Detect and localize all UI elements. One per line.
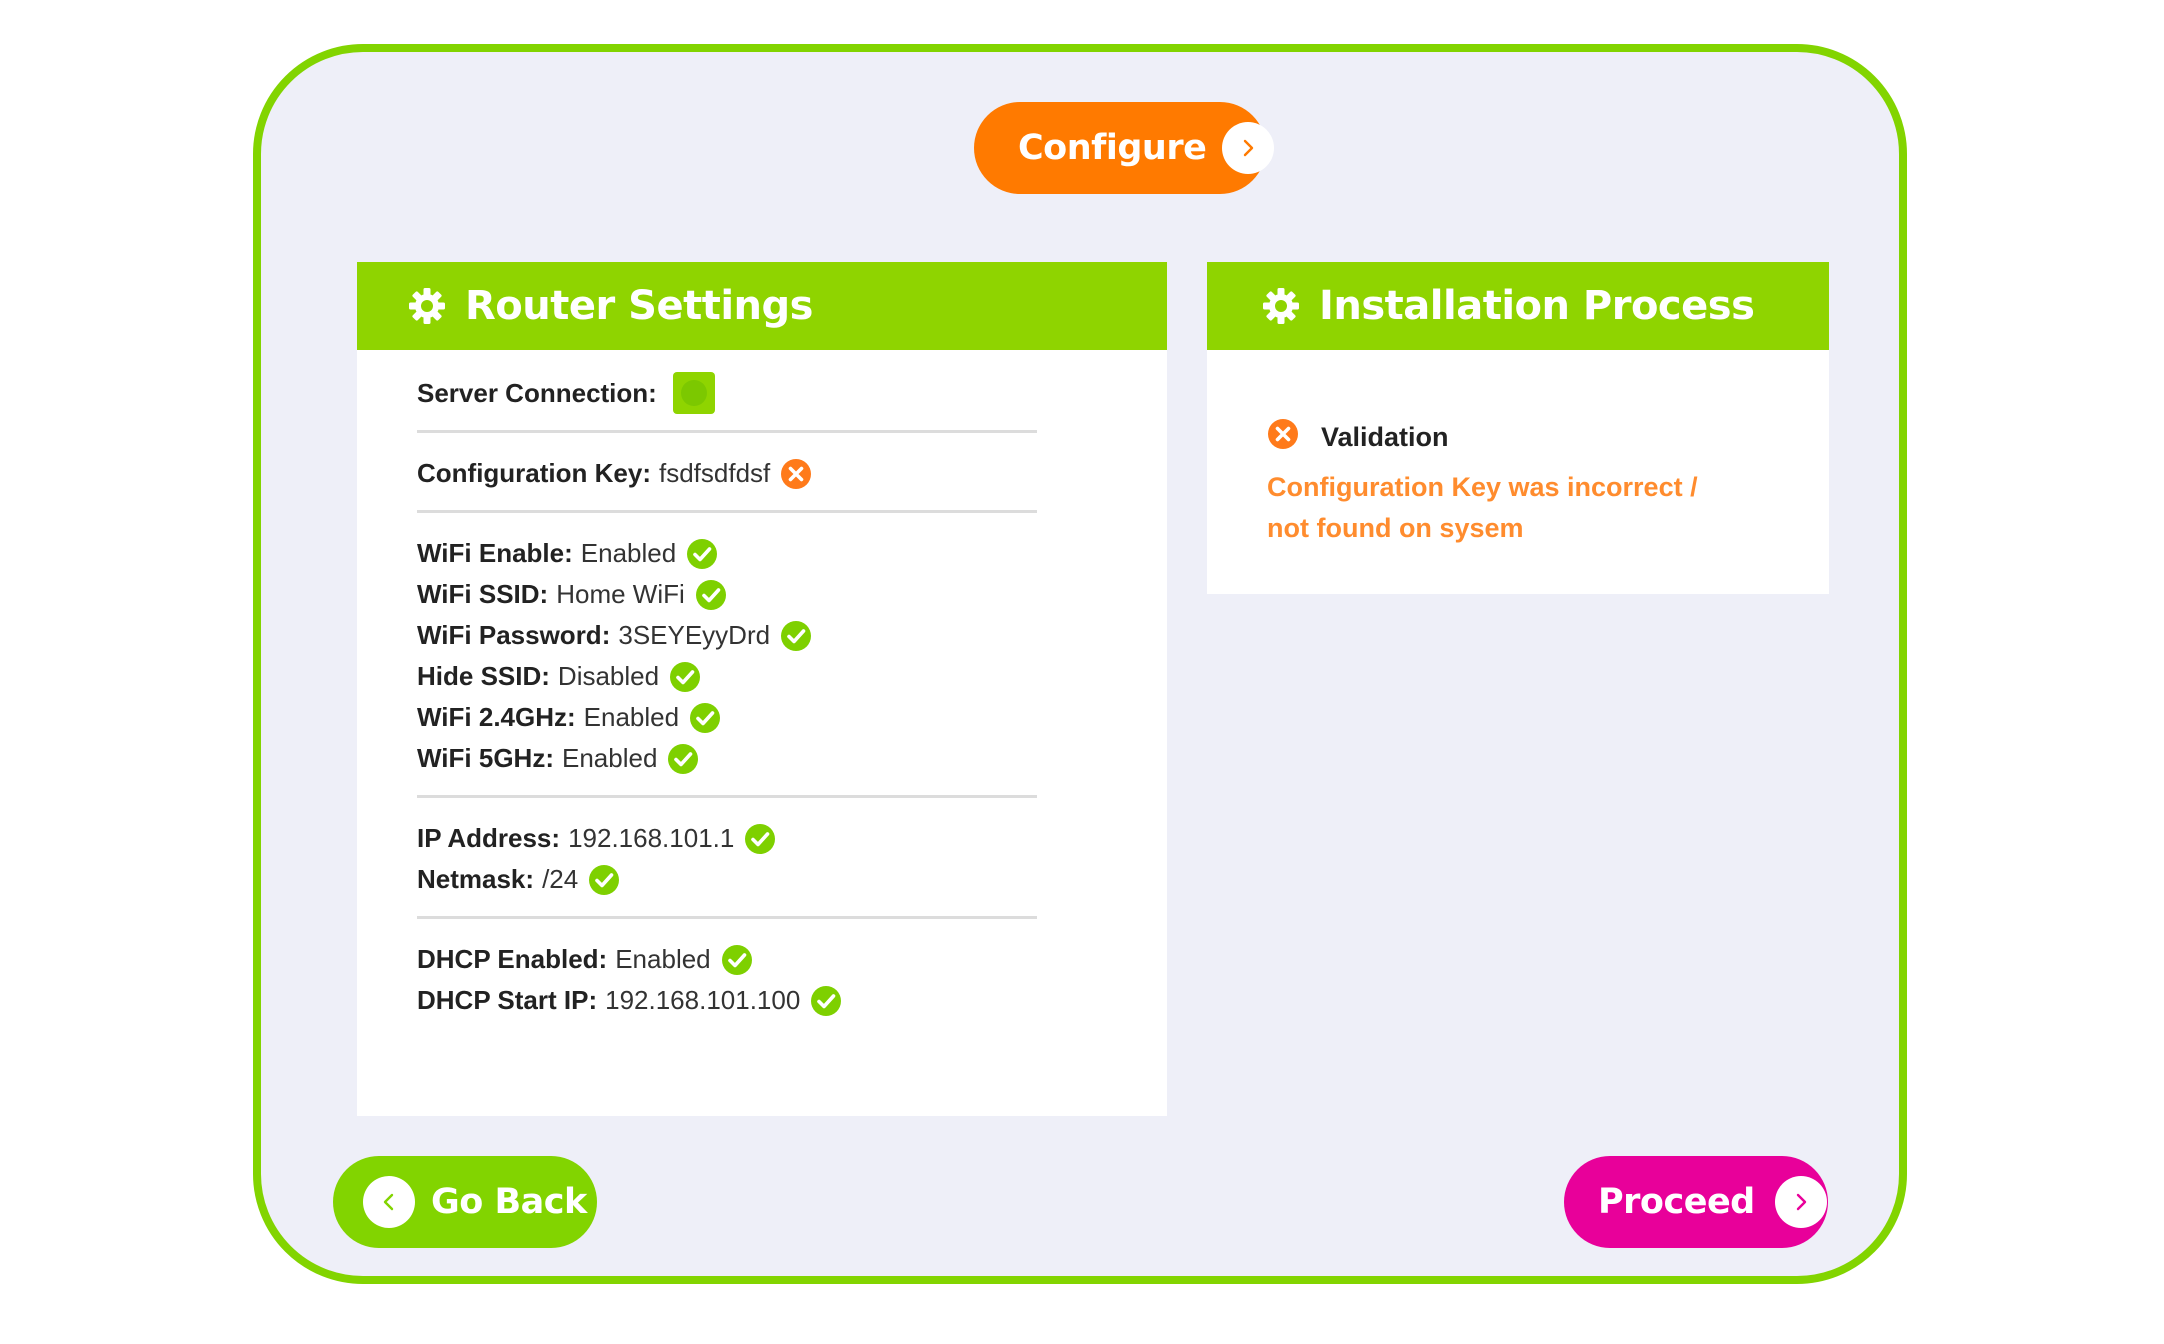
router-settings-panel: Router Settings Server Connection: Confi… [357,262,1167,1116]
setting-label: Hide SSID: [417,661,550,691]
config-key-row: Configuration Key: fsdfsdfdsf [417,453,1037,494]
proceed-button[interactable]: Proceed [1564,1156,1828,1248]
check-circle-icon [721,944,753,976]
setting-value: 3SEYEyyDrd [618,620,771,650]
gear-icon [407,286,447,326]
setting-label: WiFi Password: [417,620,611,650]
wifi-setting-row: WiFi Password: 3SEYEyyDrd [417,615,1037,656]
setting-label: DHCP Enabled: [417,944,608,974]
router-settings-title: Router Settings [465,283,813,329]
x-circle-icon [780,458,812,490]
setting-value: Enabled [615,944,711,974]
setting-label: DHCP Start IP: [417,985,598,1015]
settings-list: Server Connection: Configuration Key: fs… [417,372,1037,1021]
setting-value: Home WiFi [556,579,685,609]
network-setting-row: Netmask:/24 [417,859,1037,900]
gear-icon [1261,286,1301,326]
check-circle-icon [780,620,812,652]
config-key-label: Configuration Key: [417,458,651,488]
wifi-setting-row: WiFi 2.4GHz: Enabled [417,697,1037,738]
check-circle-icon [744,823,776,855]
proceed-button-label: Proceed [1598,1182,1755,1222]
setting-value: Disabled [557,661,660,691]
network-setting-row: IP Address: 192.168.101.1 [417,818,1037,859]
setting-value: 192.168.101.100 [605,985,801,1015]
check-circle-icon [689,702,721,734]
setting-label: IP Address: [417,823,561,853]
dhcp-settings-group: DHCP Enabled: Enabled DHCP Start IP: 192.16… [417,939,1037,1021]
server-connection-status-indicator [672,372,715,414]
installation-process-header: Installation Process [1207,262,1829,350]
dhcp-setting-row: DHCP Start IP: 192.168.101.100 [417,980,1037,1021]
validation-step-label: Validation [1321,422,1449,452]
setting-value: Enabled [580,538,677,568]
setting-value: Enabled [583,702,680,732]
setting-value: 192.168.101.1 [568,823,735,853]
chevron-right-icon [1774,1176,1827,1228]
setting-label: WiFi 2.4GHz: [417,702,576,732]
check-circle-icon [686,538,718,570]
wifi-settings-group: WiFi Enable: Enabled WiFi SSID: Home WiFi Wi… [417,533,1037,779]
installation-process-title: Installation Process [1319,283,1755,329]
check-circle-icon [669,661,701,693]
setting-label: WiFi SSID: [417,579,549,609]
server-connection-row: Server Connection: [417,372,1037,414]
dhcp-setting-row: DHCP Enabled: Enabled [417,939,1037,980]
validation-error-message: Configuration Key was incorrect / not fo… [1267,472,1698,543]
wifi-setting-row: WiFi SSID: Home WiFi [417,574,1037,615]
divider [417,795,1037,798]
divider [417,510,1037,513]
divider [417,916,1037,919]
wifi-setting-row: WiFi 5GHz: Enabled [417,738,1037,779]
wifi-setting-row: WiFi Enable: Enabled [417,533,1037,574]
router-settings-header: Router Settings [357,262,1167,350]
x-circle-icon [1267,418,1299,457]
go-back-button-label: Go Back [431,1182,587,1222]
server-connection-label: Server Connection: [417,377,657,408]
check-circle-icon [810,985,842,1017]
config-key-value: fsdfsdfdsf [659,458,771,488]
network-settings-group: IP Address: 192.168.101.1 Netmask:/24 [417,818,1037,900]
chevron-right-icon [1222,122,1275,174]
chevron-left-icon [363,1176,415,1228]
go-back-button[interactable]: Go Back [333,1156,597,1248]
setting-value: Enabled [561,743,658,773]
divider [417,430,1037,433]
check-circle-icon [667,743,699,775]
wifi-setting-row: Hide SSID: Disabled [417,656,1037,697]
setting-label: WiFi Enable: [417,538,573,568]
setting-value: /24 [542,864,579,894]
check-circle-icon [588,864,620,896]
configure-button-label: Configure [1018,128,1207,168]
setting-label: Netmask: [417,864,535,894]
configure-button[interactable]: Configure [974,102,1275,194]
check-circle-icon [695,579,727,611]
setting-label: WiFi 5GHz: [417,743,554,773]
validation-step: Validation Configuration Key was incorre… [1267,418,1767,549]
installation-process-panel: Installation Process Validation Configur… [1207,262,1829,594]
